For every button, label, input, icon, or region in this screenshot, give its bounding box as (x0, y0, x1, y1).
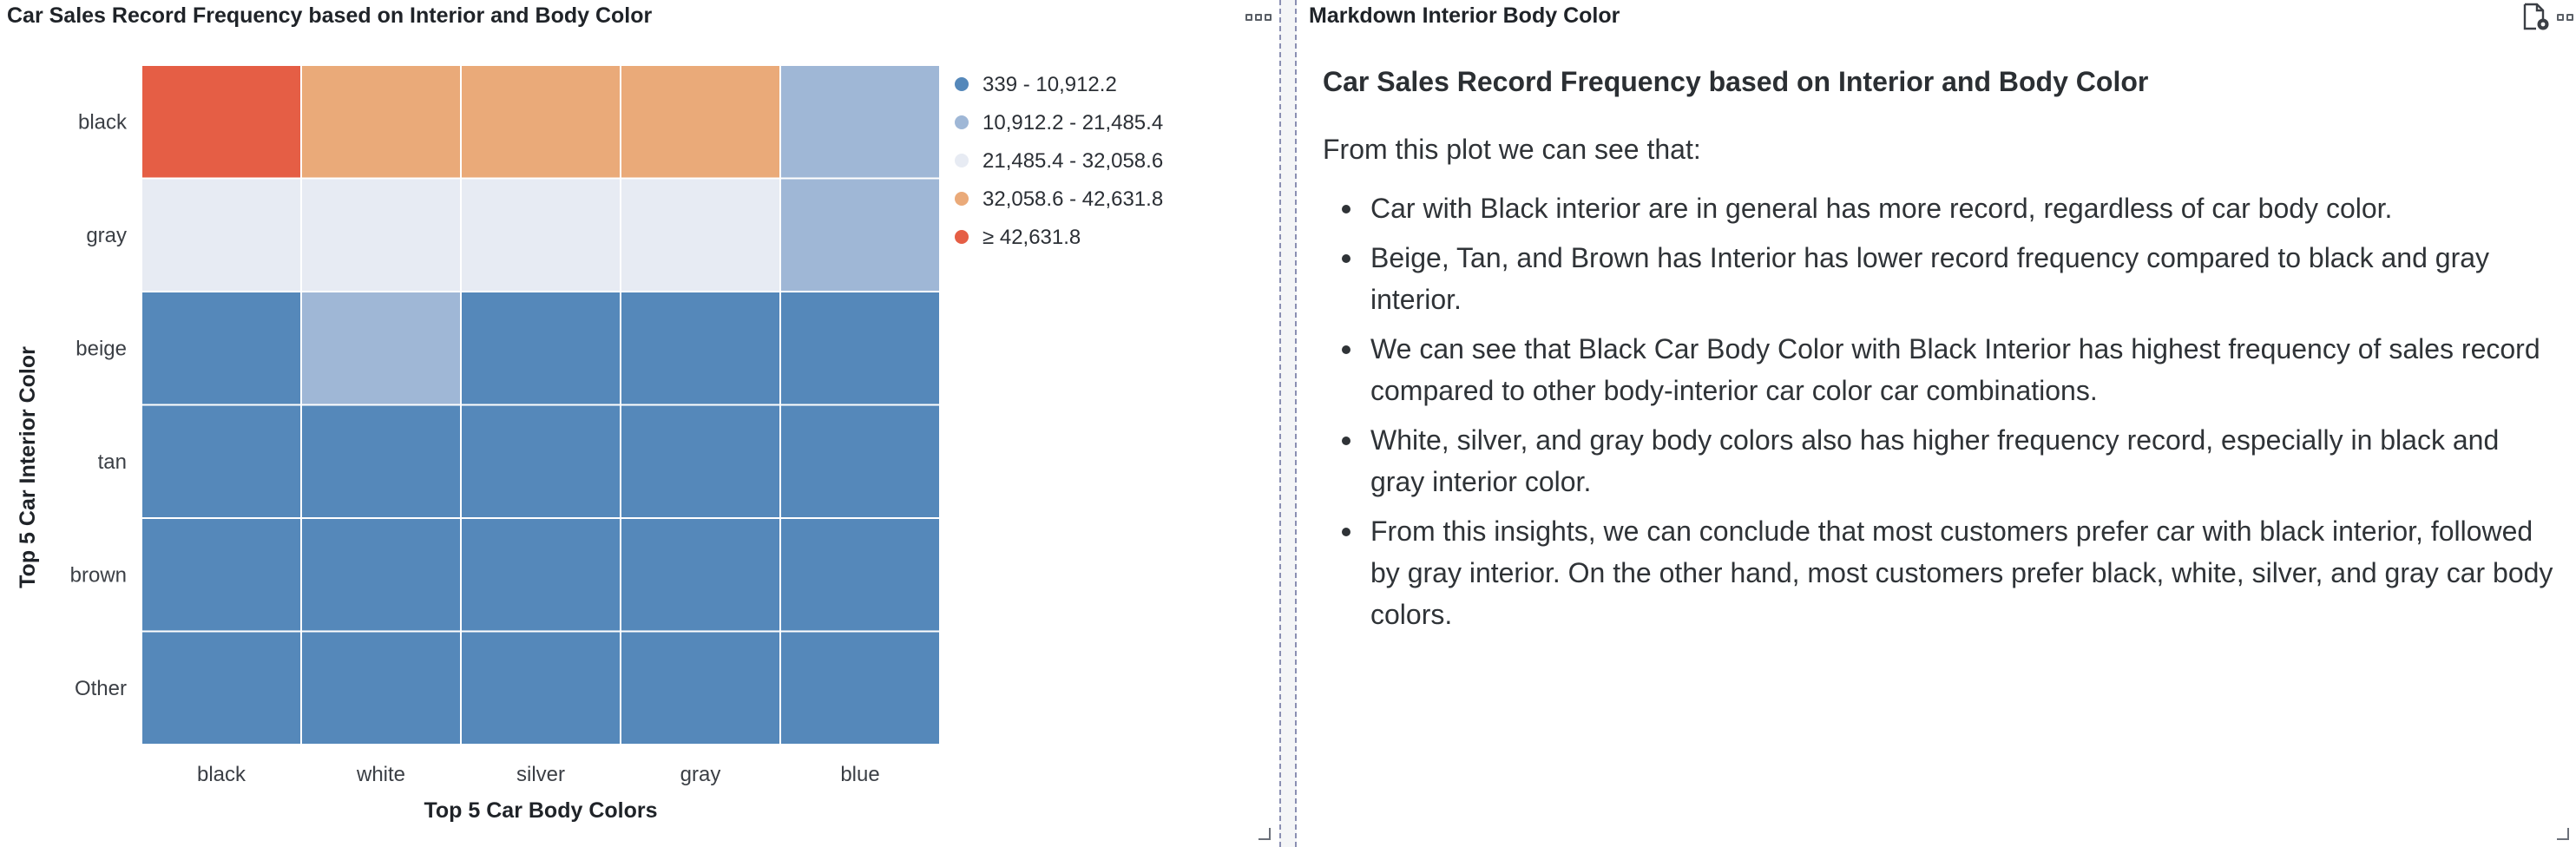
heatmap-cell-gray-white[interactable] (300, 177, 462, 292)
y-axis-ticks: black gray beige tan brown Other (70, 110, 128, 700)
heatmap-cell-beige-blue[interactable] (779, 291, 941, 406)
list-item: White, silver, and gray body colors also… (1323, 419, 2555, 502)
heatmap-cell-tan-white[interactable] (300, 404, 462, 519)
heatmap-cell-gray-black[interactable] (141, 177, 302, 292)
x-tick-label: silver (516, 763, 565, 786)
legend-swatch[interactable] (955, 192, 969, 206)
list-item: We can see that Black Car Body Color wit… (1323, 328, 2555, 411)
heatmap-cell-Other-gray[interactable] (620, 630, 781, 745)
heatmap-cell-gray-silver[interactable] (460, 177, 621, 292)
heatmap-cell-black-blue[interactable] (779, 64, 941, 180)
heatmap-cell-Other-black[interactable] (141, 630, 302, 745)
heatmap-cell-Other-blue[interactable] (779, 630, 941, 745)
visualization-panel: Car Sales Record Frequency based on Inte… (0, 0, 1279, 847)
file-settings-icon[interactable] (2520, 2, 2550, 31)
panel-divider[interactable] (1279, 0, 1297, 847)
y-axis-title: Top 5 Car Interior Color (16, 346, 40, 588)
heatmap-cell-black-black[interactable] (141, 64, 302, 180)
heatmap-cell-beige-silver[interactable] (460, 291, 621, 406)
legend-swatch[interactable] (955, 77, 969, 91)
heatmap-cell-beige-black[interactable] (141, 291, 302, 406)
list-item: Beige, Tan, and Brown has Interior has l… (1323, 237, 2555, 320)
x-tick-label: blue (840, 763, 879, 786)
y-tick-label: Other (75, 677, 127, 700)
heatmap-cell-black-white[interactable] (300, 64, 462, 180)
heatmap-cell-black-silver[interactable] (460, 64, 621, 180)
heatmap-cell-brown-black[interactable] (141, 517, 302, 633)
y-tick-label: brown (70, 563, 127, 587)
resize-handle[interactable] (1258, 828, 1271, 840)
heatmap-cell-gray-gray[interactable] (620, 177, 781, 292)
legend: 339 - 10,912.2 10,912.2 - 21,485.4 21,485.… (955, 73, 1163, 249)
x-tick-label: gray (680, 763, 721, 786)
markdown-heading: Car Sales Record Frequency based on Inte… (1323, 66, 2149, 97)
legend-label[interactable]: ≥ 42,631.8 (982, 226, 1081, 249)
resize-handle[interactable] (2557, 828, 2569, 840)
heatmap-cell-brown-blue[interactable] (779, 517, 941, 633)
legend-label[interactable]: 32,058.6 - 42,631.8 (982, 187, 1163, 211)
heatmap-cell-brown-silver[interactable] (460, 517, 621, 633)
x-axis-title: Top 5 Car Body Colors (424, 798, 657, 823)
heatmap-cell-black-gray[interactable] (620, 64, 781, 180)
y-tick-label: black (78, 110, 128, 134)
legend-label[interactable]: 339 - 10,912.2 (982, 73, 1117, 96)
list-item: Car with Black interior are in general h… (1323, 187, 2555, 229)
heatmap-cell-tan-black[interactable] (141, 404, 302, 519)
markdown-content: Car Sales Record Frequency based on Inte… (1323, 62, 2555, 643)
list-item: From this insights, we can conclude that… (1323, 510, 2555, 635)
heatmap-cell-Other-silver[interactable] (460, 630, 621, 745)
y-tick-label: beige (76, 337, 127, 360)
heatmap-cell-tan-gray[interactable] (620, 404, 781, 519)
legend-label[interactable]: 10,912.2 - 21,485.4 (982, 111, 1163, 135)
legend-swatch[interactable] (955, 230, 969, 244)
legend-swatch[interactable] (955, 115, 969, 129)
x-tick-label: black (197, 763, 246, 786)
heatmap-cell-Other-white[interactable] (300, 630, 462, 745)
heatmap-cell-gray-blue[interactable] (779, 177, 941, 292)
heatmap-cell-brown-white[interactable] (300, 517, 462, 633)
heatmap-cell-beige-gray[interactable] (620, 291, 781, 406)
x-axis-ticks: black white silver gray blue (197, 763, 880, 786)
legend-label[interactable]: 21,485.4 - 32,058.6 (982, 149, 1163, 173)
heatmap-cells (141, 64, 941, 745)
heatmap-chart: black white silver gray blue black gray beige t… (16, 64, 1163, 823)
heatmap-cell-tan-silver[interactable] (460, 404, 621, 519)
x-tick-label: white (356, 763, 405, 786)
y-tick-label: gray (86, 224, 127, 247)
markdown-intro: From this plot we can see that: (1323, 134, 1701, 165)
markdown-panel: Markdown Interior Body Color Car Sales R… (1297, 0, 2576, 847)
legend-swatch[interactable] (955, 154, 969, 167)
heatmap-cell-beige-white[interactable] (300, 291, 462, 406)
more-options-icon[interactable] (2557, 5, 2576, 30)
markdown-bullet-list: Car with Black interior are in general h… (1323, 187, 2555, 635)
y-tick-label: tan (98, 450, 127, 474)
panel-title: Markdown Interior Body Color (1309, 3, 1620, 28)
heatmap-cell-brown-gray[interactable] (620, 517, 781, 633)
heatmap-cell-tan-blue[interactable] (779, 404, 941, 519)
